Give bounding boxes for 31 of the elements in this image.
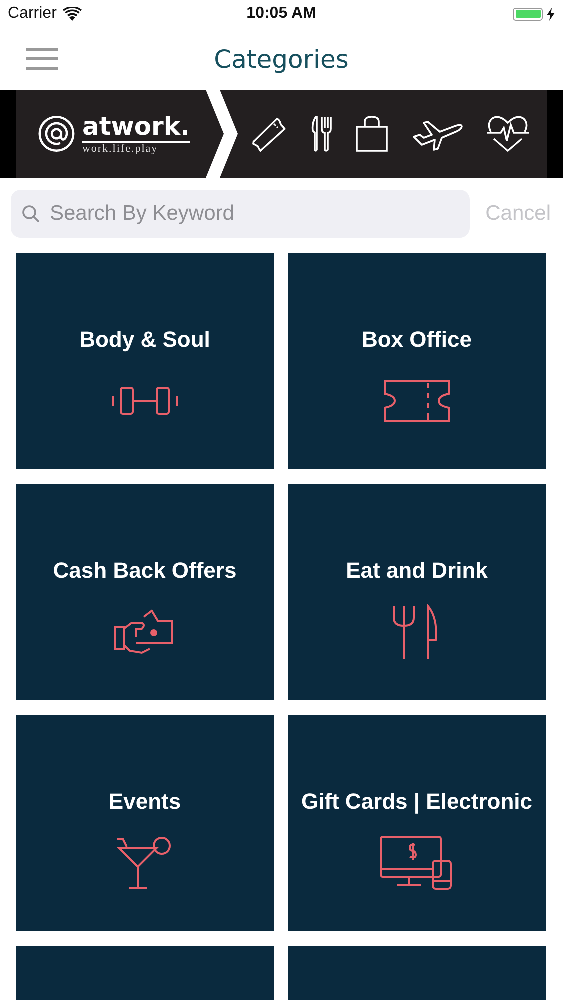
category-title: Body & Soul <box>80 327 210 353</box>
category-tile[interactable]: Cash Back Offers <box>16 484 274 700</box>
wifi-icon <box>62 7 82 21</box>
cash-hand-icon <box>114 607 176 657</box>
battery-icon <box>513 8 543 20</box>
category-tile[interactable]: Box Office <box>288 253 546 469</box>
category-tile[interactable]: Eat and Drink <box>288 484 546 700</box>
category-tile[interactable]: Events <box>16 715 274 931</box>
monitor-and-phone-icon <box>379 835 455 891</box>
search-field[interactable]: Search By Keyword <box>11 190 470 238</box>
page-title: Categories <box>214 44 349 74</box>
ticket-icon <box>384 380 450 422</box>
menu-button[interactable] <box>26 47 58 71</box>
category-tile[interactable]: Body & Soul <box>16 253 274 469</box>
category-title: Gift Cards | Electronic <box>301 789 533 815</box>
status-time: 10:05 AM <box>246 5 316 23</box>
shopping-bag-icon <box>355 115 390 153</box>
category-tile[interactable]: Gift Cards | Electronic <box>288 715 546 931</box>
heartbeat-icon <box>486 115 530 153</box>
category-title: Cash Back Offers <box>53 558 237 584</box>
brand-name: atwork. <box>82 113 190 143</box>
category-title: Eat and Drink <box>346 558 488 584</box>
charging-icon <box>547 8 555 20</box>
cocktail-icon <box>117 835 173 891</box>
dumbbell-icon <box>111 386 179 416</box>
at-sign-icon <box>38 114 76 154</box>
category-title: Box Office <box>362 327 472 353</box>
cutlery-icon <box>311 115 334 153</box>
category-title: Events <box>108 789 182 815</box>
carrier-name: Carrier <box>8 5 57 23</box>
brand-tagline: work.life.play <box>82 143 158 155</box>
